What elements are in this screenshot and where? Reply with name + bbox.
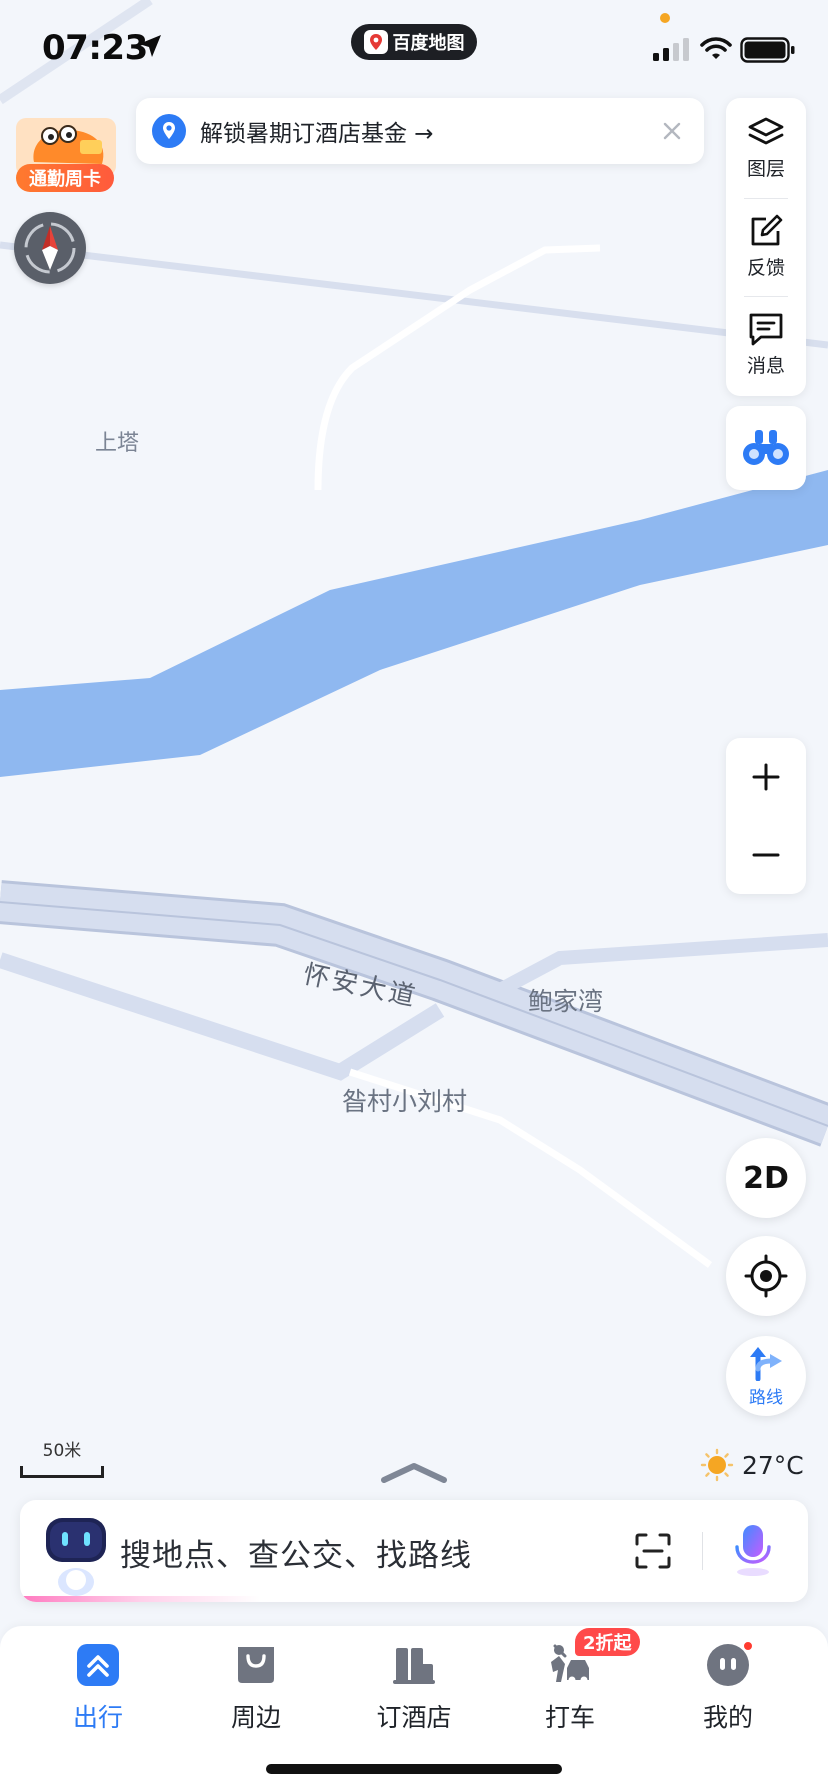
app-indicator-pill: 百度地图 <box>351 24 477 60</box>
hotel-fund-banner[interactable]: 解锁暑期订酒店基金 → <box>136 98 704 164</box>
crosshair-icon <box>744 1254 788 1298</box>
ai-assistant-icon[interactable] <box>40 1512 114 1596</box>
binoculars-icon <box>743 430 789 465</box>
map-scale: 50米 <box>20 1436 104 1478</box>
messages-label: 消息 <box>746 355 785 377</box>
message-icon <box>749 313 783 346</box>
status-time: 07:23 <box>42 28 148 68</box>
map-tool-panel: 图层 反馈 消息 <box>726 98 806 396</box>
zoom-controls <box>726 738 806 894</box>
messages-button[interactable]: 消息 <box>726 296 806 393</box>
privacy-dot <box>660 13 670 23</box>
search-divider <box>702 1532 703 1570</box>
shopping-bag-icon <box>238 1647 274 1683</box>
tab-travel-label: 出行 <box>72 1703 123 1732</box>
status-bar: 07:23 百度地图 <box>0 0 828 96</box>
tab-taxi[interactable]: 打车 <box>500 1642 640 1742</box>
feedback-label: 反馈 <box>746 257 785 279</box>
tab-me[interactable]: 我的 <box>658 1642 798 1742</box>
temperature: 27°C <box>742 1450 804 1480</box>
banner-text: 解锁暑期订酒店基金 → <box>200 121 434 147</box>
baidu-map-icon <box>363 30 388 54</box>
cellular-signal-icon <box>653 38 689 61</box>
notification-dot <box>742 1640 754 1652</box>
hotel-building-icon <box>393 1648 435 1684</box>
route-button[interactable]: 路线 <box>726 1336 806 1416</box>
location-arrow-icon <box>139 35 161 57</box>
taxi-discount-badge: 2折起 <box>575 1628 640 1656</box>
scan-icon[interactable] <box>634 1532 672 1570</box>
route-label: 路线 <box>749 1387 783 1408</box>
travel-icon <box>77 1644 119 1686</box>
layers-button[interactable]: 图层 <box>726 100 806 197</box>
compass-icon <box>24 222 76 274</box>
map-label-shangta[interactable]: 上塔 <box>95 431 139 456</box>
app-pill-label: 百度地图 <box>392 33 465 54</box>
location-pin-icon <box>152 114 186 148</box>
wifi-icon <box>700 37 732 59</box>
map-label-baojiawan[interactable]: 鲍家湾 <box>528 987 603 1016</box>
sun-icon <box>700 1448 734 1482</box>
search-input[interactable]: 搜地点、查公交、找路线 <box>120 1530 472 1575</box>
commute-card-promo[interactable]: 通勤周卡 <box>16 116 116 192</box>
promo-badge-label: 通勤周卡 <box>16 164 114 192</box>
weather-widget[interactable]: 27°C <box>700 1448 804 1482</box>
tab-me-label: 我的 <box>702 1703 753 1732</box>
explore-view-button[interactable] <box>726 406 806 490</box>
locate-me-button[interactable] <box>726 1236 806 1316</box>
search-bar[interactable]: 搜地点、查公交、找路线 <box>20 1500 808 1602</box>
tab-nearby-label: 周边 <box>230 1703 281 1732</box>
tab-nearby[interactable]: 周边 <box>186 1642 326 1742</box>
layers-label: 图层 <box>746 158 785 180</box>
search-glow <box>20 1596 260 1602</box>
chevron-up-icon[interactable] <box>380 1460 448 1484</box>
close-icon[interactable] <box>658 117 686 145</box>
route-arrow-icon <box>750 1346 782 1381</box>
feedback-icon <box>751 214 783 246</box>
home-indicator[interactable] <box>266 1764 562 1774</box>
plus-icon <box>752 763 780 791</box>
minus-icon <box>752 853 780 857</box>
map-label-village[interactable]: 昝村小刘村 <box>342 1087 467 1116</box>
zoom-out-button[interactable] <box>726 816 806 894</box>
layers-icon <box>748 117 784 145</box>
zoom-in-button[interactable] <box>726 738 806 816</box>
tab-hotel-label: 订酒店 <box>376 1703 452 1732</box>
feedback-button[interactable]: 反馈 <box>726 198 806 295</box>
microphone-icon[interactable] <box>728 1522 778 1578</box>
tab-travel[interactable]: 出行 <box>28 1642 168 1742</box>
compass-button[interactable] <box>14 212 86 284</box>
tab-hotel[interactable]: 订酒店 <box>344 1642 484 1742</box>
scale-ruler <box>20 1466 104 1478</box>
tab-taxi-label: 打车 <box>544 1703 595 1732</box>
battery-icon <box>740 37 795 63</box>
scale-label: 50米 <box>42 1441 82 1461</box>
view-mode-button[interactable]: 2D <box>726 1138 806 1218</box>
